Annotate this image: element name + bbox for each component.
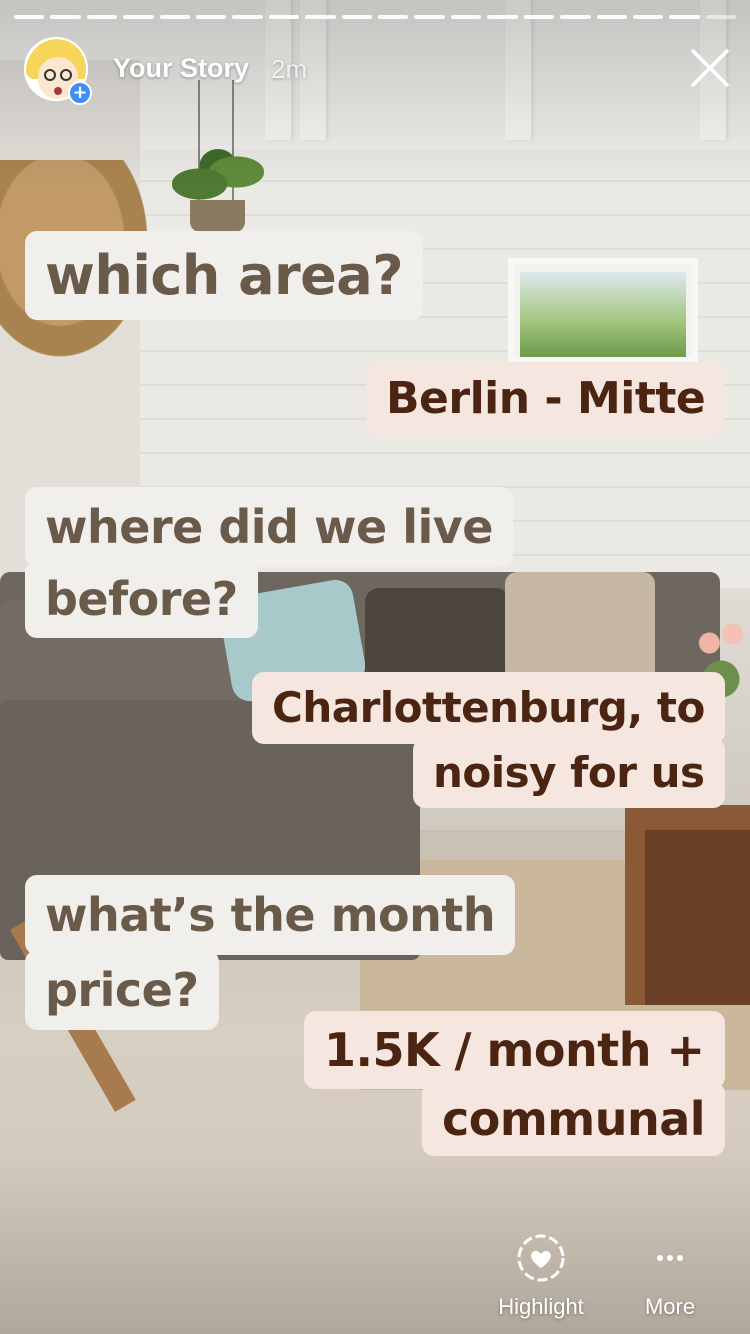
progress-segment (268, 15, 300, 19)
story-progress-bar (14, 15, 737, 19)
more-dots-icon (657, 1255, 683, 1261)
sticker-line: price? (25, 950, 219, 1030)
highlight-label: Highlight (498, 1294, 584, 1319)
highlight-button[interactable]: Highlight (481, 1232, 601, 1320)
more-label: More (644, 1294, 696, 1319)
progress-segment (414, 15, 445, 19)
sticker-line: Berlin - Mitte (366, 362, 726, 436)
progress-segment (159, 15, 191, 19)
sticker-line: before? (25, 560, 258, 638)
progress-segment (50, 15, 81, 19)
progress-segment (123, 15, 154, 19)
progress-segment (341, 15, 373, 19)
progress-segment (14, 15, 45, 19)
progress-segment (378, 15, 409, 19)
progress-segment (669, 15, 700, 19)
progress-segment (560, 15, 591, 19)
avatar-eye (60, 69, 72, 81)
progress-segment (487, 15, 518, 19)
progress-segment (632, 15, 664, 19)
heart-circle-icon (517, 1234, 565, 1282)
avatar-mouth (54, 87, 62, 95)
sticker-line: communal (422, 1082, 726, 1156)
close-icon[interactable] (689, 47, 731, 89)
progress-segment (232, 15, 263, 19)
sticker-line: Charlottenburg, to (252, 672, 725, 744)
sticker-line: where did we live (25, 487, 513, 567)
sticker-line: noisy for us (413, 738, 725, 808)
progress-segment (450, 15, 482, 19)
sticker-line: 1.5K / month + (304, 1011, 725, 1089)
sticker-line: which area? (25, 231, 424, 320)
story-viewer[interactable]: + Your Story 2m which area? Berlin - Mit… (0, 0, 750, 1334)
plus-icon[interactable]: + (68, 81, 92, 105)
progress-segment (523, 15, 555, 19)
avatar-eye (44, 69, 56, 81)
sticker-line: what’s the month (25, 875, 516, 955)
progress-segment (305, 15, 336, 19)
progress-segment (705, 15, 737, 19)
story-author[interactable]: Your Story (113, 52, 249, 84)
progress-segment (86, 15, 118, 19)
avatar[interactable]: + (24, 37, 92, 105)
story-timestamp: 2m (271, 54, 308, 84)
progress-segment (196, 15, 227, 19)
more-button[interactable]: More (610, 1232, 730, 1320)
progress-segment (596, 15, 627, 19)
